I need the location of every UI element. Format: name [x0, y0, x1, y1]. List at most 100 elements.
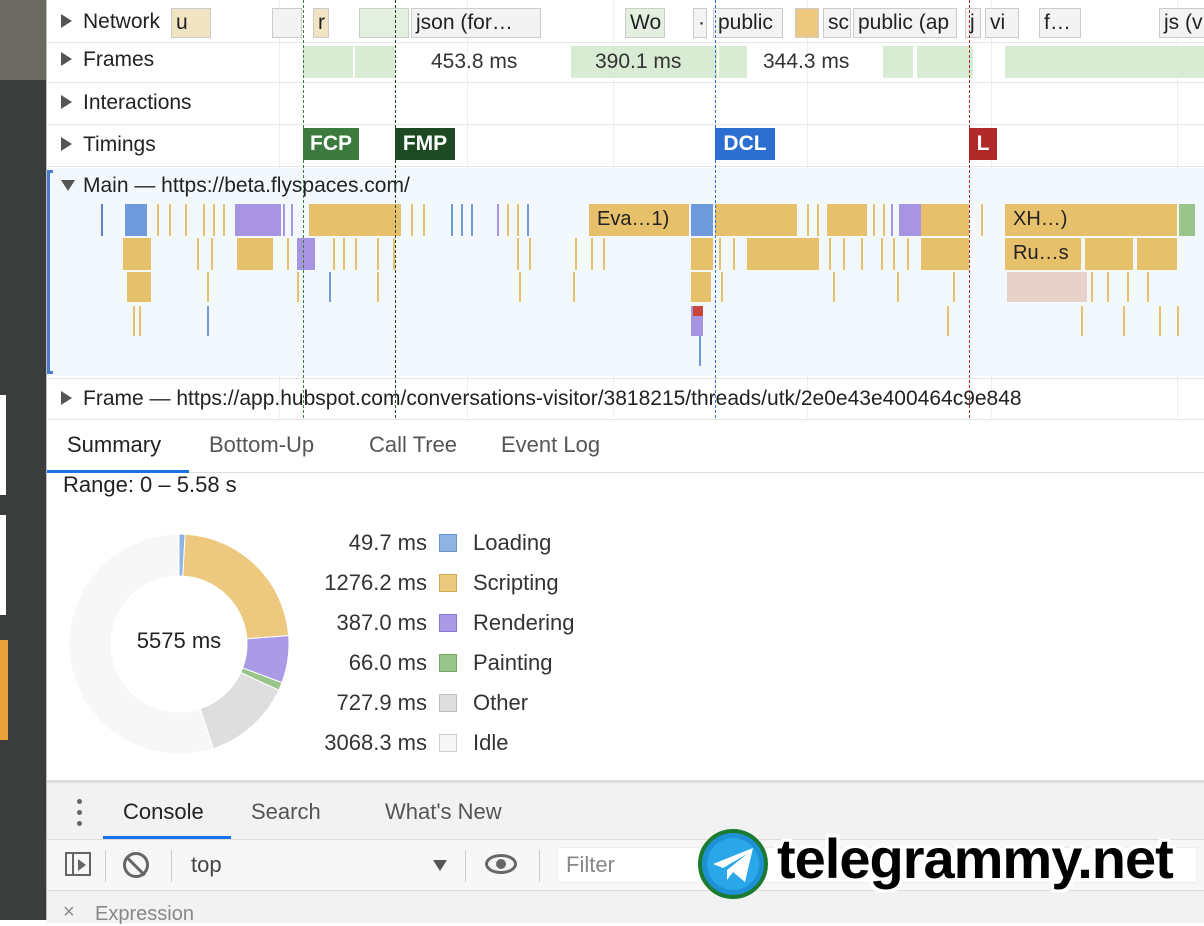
flame-stripe	[575, 238, 577, 270]
flame-stripe	[721, 272, 723, 302]
expression-input[interactable]: Expression	[95, 903, 194, 926]
flame-stripe	[1127, 272, 1129, 302]
legend-row-other: 727.9 ms Other	[297, 690, 657, 720]
live-expression-eye-icon[interactable]	[485, 854, 517, 874]
flame-block[interactable]	[691, 272, 711, 302]
sidebar-toggle-icon[interactable]	[65, 852, 91, 876]
flame-stripe	[423, 204, 425, 236]
flame-block[interactable]	[235, 204, 281, 236]
flame-block[interactable]	[1007, 272, 1087, 302]
tab-call-tree[interactable]: Call Tree	[369, 432, 457, 458]
fmp-line	[395, 0, 396, 418]
fcp-line	[303, 0, 304, 418]
flame-stripe	[203, 204, 205, 236]
flame-block[interactable]	[899, 204, 921, 236]
flame-block[interactable]	[921, 204, 969, 236]
flame-label-evaluate: Eva…1)	[597, 208, 670, 230]
legend-label: Scripting	[473, 570, 559, 595]
flame-stripe	[169, 204, 171, 236]
separator	[105, 850, 106, 882]
drawer-menu-icon[interactable]	[77, 799, 83, 829]
flame-stripe	[139, 306, 141, 336]
flame-stripe	[1107, 272, 1109, 302]
flame-stripe	[461, 204, 463, 236]
flame-stripe	[1091, 272, 1093, 302]
flame-stripe	[157, 204, 159, 236]
flame-stripe	[1081, 306, 1083, 336]
flame-stripe	[829, 238, 831, 270]
flame-stripe	[517, 238, 519, 270]
legend-swatch	[439, 694, 457, 712]
legend-row-loading: 49.7 ms Loading	[297, 530, 657, 560]
flame-block[interactable]	[693, 306, 703, 316]
flame-block[interactable]	[125, 204, 147, 236]
legend-row-scripting: 1276.2 ms Scripting	[297, 570, 657, 600]
flame-block[interactable]	[921, 238, 969, 270]
flame-block[interactable]	[747, 238, 819, 270]
flame-stripe	[893, 238, 895, 270]
flame-stripe	[1147, 272, 1149, 302]
tab-whats-new[interactable]: What's New	[385, 799, 502, 825]
legend-value: 387.0 ms	[336, 610, 428, 635]
flame-stripe	[355, 238, 357, 270]
legend-value: 1276.2 ms	[324, 570, 427, 595]
telegram-watermark: telegrammy.net	[697, 826, 1197, 902]
flame-block[interactable]	[1081, 204, 1177, 236]
legend-value: 66.0 ms	[348, 650, 427, 675]
flame-stripe	[719, 238, 721, 270]
context-select[interactable]: top	[177, 840, 457, 890]
range-label: Range: 0 – 5.58 s	[63, 472, 237, 497]
donut-slice-scripting	[182, 533, 290, 640]
flame-block[interactable]	[1179, 204, 1195, 236]
flame-stripe	[947, 306, 949, 336]
flame-stripe	[817, 204, 819, 236]
flame-stripe	[897, 272, 899, 302]
flame-block[interactable]	[691, 238, 713, 270]
load-line	[969, 0, 970, 418]
telegram-logo-icon	[698, 829, 768, 899]
flame-block[interactable]	[827, 204, 867, 236]
flame-stripe	[139, 238, 141, 270]
legend-label: Painting	[473, 650, 553, 675]
flame-block[interactable]	[123, 238, 151, 270]
legend-row-idle: 3068.3 ms Idle	[297, 730, 657, 760]
flame-stripe	[471, 204, 473, 236]
dropdown-arrow-icon	[433, 860, 447, 871]
dcl-line	[715, 0, 716, 418]
flame-stripe	[197, 238, 199, 270]
expand-triangle-icon[interactable]	[61, 391, 72, 405]
devtools-panel: Network u r json (for… Wo · public sc pu…	[46, 0, 1204, 925]
flame-stripe	[833, 272, 835, 302]
tab-search[interactable]: Search	[251, 799, 321, 825]
legend-label: Other	[473, 690, 529, 715]
flame-stripe	[1159, 306, 1161, 336]
flame-stripe	[861, 238, 863, 270]
flame-stripe	[411, 204, 413, 236]
tab-summary[interactable]: Summary	[67, 432, 161, 458]
flame-label-xhr: XH…)	[1013, 208, 1068, 230]
flame-stripe	[843, 238, 845, 270]
legend-label: Loading	[473, 530, 552, 555]
legend-value: 727.9 ms	[336, 690, 428, 715]
flame-block[interactable]	[1085, 238, 1133, 270]
flame-stripe	[329, 272, 331, 302]
tab-bottom-up[interactable]: Bottom-Up	[209, 432, 314, 458]
frame-row[interactable]: Frame — https://app.hubspot.com/conversa…	[47, 378, 1204, 420]
flame-block[interactable]	[1137, 238, 1177, 270]
flame-stripe	[603, 238, 605, 270]
flame-stripe	[451, 204, 453, 236]
clear-console-icon[interactable]	[123, 852, 149, 878]
flame-block[interactable]	[297, 238, 315, 270]
separator	[539, 850, 540, 882]
flame-stripe	[573, 272, 575, 302]
flame-block[interactable]	[237, 238, 273, 270]
tab-console[interactable]: Console	[123, 799, 204, 825]
flame-block[interactable]	[715, 204, 797, 236]
tab-event-log[interactable]: Event Log	[501, 432, 600, 458]
close-expression-icon[interactable]: ×	[63, 901, 75, 924]
flame-stripe	[1177, 306, 1179, 336]
legend-swatch	[439, 734, 457, 752]
flame-block[interactable]	[309, 204, 399, 236]
flame-stripe	[907, 238, 909, 270]
legend-label: Rendering	[473, 610, 575, 635]
